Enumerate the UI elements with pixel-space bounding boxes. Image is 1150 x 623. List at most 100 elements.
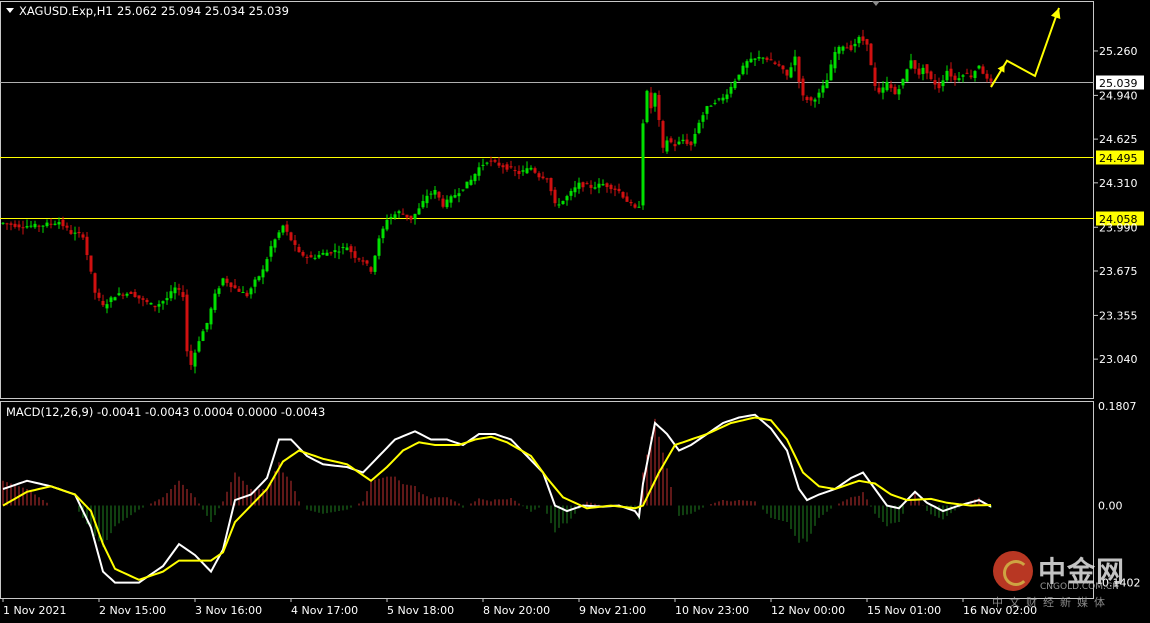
candle-body	[209, 308, 213, 325]
candle-body	[957, 78, 961, 81]
candle-body	[773, 62, 777, 64]
candle-body	[45, 222, 49, 227]
candle-body	[541, 176, 545, 179]
candle-body	[761, 57, 765, 59]
candle-body	[469, 179, 473, 185]
macd-panel	[2, 413, 992, 584]
candle-body	[741, 65, 745, 75]
candle-body	[537, 173, 541, 178]
candle-body	[133, 291, 137, 298]
candle-body	[549, 178, 553, 192]
candle-body	[69, 230, 73, 234]
candle-body	[417, 208, 421, 215]
candle-body	[585, 183, 589, 185]
candle-body	[661, 121, 665, 148]
candle-body	[405, 214, 409, 218]
price-tick-label: 23.040	[1099, 353, 1138, 366]
time-tick-label: 8 Nov 20:00	[483, 604, 550, 617]
candle-body	[481, 164, 485, 166]
candle-body	[401, 213, 405, 215]
candle-body	[265, 259, 269, 272]
watermark-en: CNGOLD.COM.CN	[1040, 582, 1119, 592]
candle-body	[197, 341, 201, 352]
candle-body	[665, 140, 669, 152]
candle-body	[641, 123, 645, 206]
price-tick-label: 23.355	[1099, 309, 1138, 322]
candle-body	[241, 292, 245, 294]
candle-body	[581, 182, 585, 188]
candle-body	[525, 168, 529, 174]
candle-body	[361, 260, 365, 262]
candle-body	[881, 87, 885, 93]
forecast-arrow	[990, 7, 1061, 88]
candle-body	[89, 255, 93, 272]
candle-body	[409, 215, 413, 220]
candle-body	[25, 226, 29, 228]
candle-body	[253, 279, 257, 287]
candle-body	[869, 43, 873, 66]
price-tick-label: 24.625	[1099, 133, 1138, 146]
candle-body	[145, 299, 149, 303]
candle-body	[77, 231, 81, 234]
candle-body	[301, 252, 305, 256]
candle-body	[777, 64, 781, 66]
candle-body	[577, 182, 581, 189]
watermark-sub: 中文财经新媒体	[992, 596, 1111, 609]
candle-body	[33, 223, 37, 228]
candle-body	[13, 223, 17, 227]
candle-body	[821, 85, 825, 93]
price-levels: 24.49524.05825.039	[0, 75, 1144, 226]
candle-body	[465, 181, 469, 189]
candle-body	[909, 60, 913, 69]
candle-body	[321, 252, 325, 255]
candle-body	[173, 287, 177, 294]
candle-body	[713, 102, 717, 104]
candle-body	[501, 165, 505, 168]
candle-body	[681, 139, 685, 142]
candle-body	[193, 352, 197, 367]
candle-body	[249, 288, 253, 295]
candlesticks	[1, 29, 993, 374]
candle-body	[941, 80, 945, 87]
candle-body	[521, 170, 525, 172]
candle-body	[41, 225, 45, 227]
candle-body	[625, 196, 629, 202]
price-tick-label: 25.260	[1099, 45, 1138, 58]
candle-body	[121, 294, 125, 296]
candle-body	[937, 83, 941, 89]
candle-body	[933, 80, 937, 85]
candle-body	[245, 292, 249, 297]
candle-body	[305, 256, 309, 258]
macd-signal-line	[2, 416, 992, 581]
trading-chart[interactable]: 24.49524.05825.039 25.260 24.940 24.625 24.…	[0, 0, 1150, 619]
candle-body	[569, 191, 573, 196]
candle-body	[729, 86, 733, 94]
candle-body	[437, 191, 441, 198]
candle-body	[29, 225, 33, 227]
candle-body	[81, 234, 85, 238]
support-level-label: 24.495	[1099, 152, 1138, 165]
macd-tick-label: 0.00	[1098, 500, 1123, 513]
candle-body	[285, 224, 289, 232]
candle-body	[965, 72, 969, 74]
candle-body	[721, 97, 725, 101]
chart-root: 24.495 24.058 25.039 25.260 24.940 24.625 24.…	[0, 0, 1150, 619]
candle-body	[397, 211, 401, 214]
candle-body	[853, 43, 857, 47]
candle-body	[281, 225, 285, 233]
candle-body	[229, 282, 233, 288]
candle-body	[753, 58, 757, 60]
candle-body	[325, 252, 329, 256]
candle-body	[9, 223, 13, 225]
candle-body	[153, 305, 157, 308]
candle-body	[373, 255, 377, 272]
candle-body	[217, 288, 221, 294]
candle-body	[289, 232, 293, 241]
candle-body	[105, 304, 109, 309]
candle-body	[973, 71, 977, 78]
candle-body	[489, 160, 493, 162]
candle-body	[977, 65, 981, 69]
candle-body	[97, 292, 101, 298]
candle-body	[717, 98, 721, 100]
collapse-triangle-icon[interactable]	[6, 8, 14, 13]
